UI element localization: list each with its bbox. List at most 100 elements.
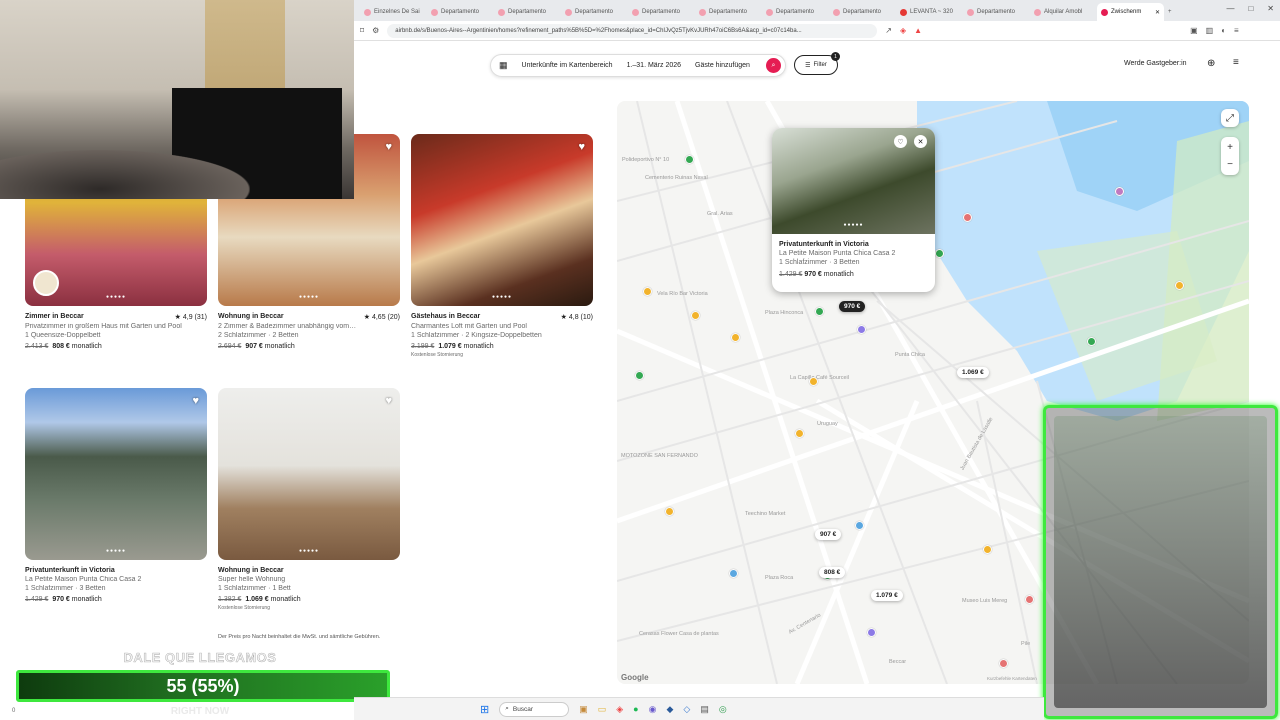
extensions-icon[interactable]: ▣ — [1190, 26, 1198, 35]
taskbar-app-icon[interactable]: ▤ — [700, 704, 709, 715]
taskbar-search[interactable]: ⌕ Buscar — [499, 701, 570, 717]
dates-label[interactable]: 1.–31. März 2026 — [627, 62, 681, 69]
share-icon[interactable]: ↗ — [885, 26, 892, 35]
guests-label[interactable]: Gäste hinzufügen — [695, 62, 750, 69]
listing-beds: 1 Queensize-Doppelbett — [25, 332, 101, 339]
search-area-label[interactable]: Unterkünfte im Kartenbereich — [522, 62, 613, 69]
discord-icon[interactable]: ◉ — [649, 704, 657, 715]
address-bar: ⌑ ⚙ airbnb.de/s/Buenos-Aires--Argentinie… — [354, 21, 1280, 41]
listing-description: Super helle Wohnung — [218, 576, 286, 583]
browser-tab[interactable]: Departamento — [494, 3, 561, 21]
url-field[interactable]: airbnb.de/s/Buenos-Aires--Argentinien/ho… — [387, 23, 878, 38]
minimize-icon[interactable]: — — [1226, 4, 1234, 13]
browser-tab[interactable]: Departamento — [762, 3, 829, 21]
search-bar[interactable]: ▦ Unterkünfte im Kartenbereich 1.–31. Mä… — [490, 54, 786, 77]
expand-map-button[interactable]: ⤢ — [1221, 109, 1239, 127]
file-explorer-icon[interactable]: ▭ — [598, 704, 607, 715]
listing-card[interactable]: ♥ ●●●●● Gästehaus in Beccar ★ 4,8 (10) Ch… — [411, 134, 593, 358]
heart-icon[interactable]: ♡ — [894, 135, 907, 148]
globe-icon[interactable]: ⊕ — [1207, 58, 1215, 69]
rewards-icon[interactable]: ▲ — [914, 26, 922, 35]
listing-photo[interactable]: ♥ ●●●●● — [411, 134, 593, 306]
obs-icon[interactable]: ◎ — [719, 704, 727, 715]
listing-photo[interactable]: ♥ ●●●●● — [25, 388, 207, 560]
map-attribution[interactable]: Kurzbefehle Kartendaten — [987, 676, 1037, 681]
tab-favicon-icon — [833, 8, 840, 16]
listing-description: 2 Zimmer & Badezimmer unabhängig vom… — [218, 323, 357, 330]
new-tab-button[interactable]: + — [1164, 3, 1178, 21]
become-host-link[interactable]: Werde Gastgeber:in — [1124, 60, 1187, 67]
price-pin[interactable]: 1.079 € — [871, 590, 903, 601]
browser-tab[interactable]: Departamento — [695, 3, 762, 21]
wallet-icon[interactable]: ◐ — [1221, 26, 1226, 35]
search-button[interactable]: ⌕ — [766, 58, 781, 73]
listing-card[interactable]: ♥ ●●●●● Privatunterkunft in Victoria La … — [25, 388, 207, 603]
price-pin[interactable]: 1.069 € — [957, 367, 989, 378]
zoom-out-icon[interactable]: − — [1227, 159, 1233, 170]
listing-card[interactable]: ♥ ●●●●● Wohnung in Beccar Super helle Wo… — [218, 388, 400, 611]
windows-start-icon[interactable]: ⊞ — [480, 703, 489, 716]
heart-icon[interactable]: ♥ — [385, 141, 392, 153]
brave-shield-icon[interactable]: ◈ — [900, 26, 906, 35]
photo-dots: ●●●●● — [105, 548, 127, 554]
map-label: Uruguay — [817, 421, 838, 427]
map-label: Plaza Hinconca — [765, 310, 804, 316]
listing-price: 1.429 € 970 € monatlich — [25, 596, 102, 603]
filter-icon: ☰ — [805, 62, 811, 69]
browser-tab[interactable]: LEVANTA ~ 320 — [896, 3, 963, 21]
heart-icon[interactable]: ♥ — [192, 395, 199, 407]
map-label: Vela Río Bar Victoria — [657, 291, 708, 297]
map-label: Cementerio Ruinas Naval — [645, 175, 708, 181]
close-icon[interactable]: ✕ — [914, 135, 927, 148]
museum-pin-icon — [1025, 595, 1034, 604]
shop-pin-icon — [729, 569, 738, 578]
poi-pin-icon — [963, 213, 972, 222]
listing-rating: ★ 4,65 (20) — [363, 314, 400, 321]
taskbar: ⊞ ⌕ Buscar ▣ ▭ ◈ ● ◉ ◆ ◇ ▤ ◎ — [354, 697, 1044, 720]
browser-tab-bar: Einzelnes De Sai Departamento Departamen… — [354, 0, 1280, 21]
listing-type: Zimmer in Beccar — [25, 313, 84, 320]
browser-tab-active[interactable]: Zwischenm ✕ — [1097, 3, 1164, 21]
filter-button[interactable]: ☰ Filter 1 — [794, 52, 840, 75]
browser-tab[interactable]: Alquilar Amobl — [1030, 3, 1097, 21]
zoom-in-icon[interactable]: + — [1227, 142, 1233, 153]
map-label: Gral. Arias — [707, 211, 733, 217]
site-info-icon[interactable]: ⚙ — [372, 26, 379, 35]
price-pin-selected[interactable]: 970 € — [839, 301, 866, 312]
heart-icon[interactable]: ♥ — [578, 141, 585, 153]
popup-photo[interactable]: ♡ ✕ ●●●●● — [772, 128, 935, 234]
tab-favicon-icon — [699, 8, 706, 16]
sidebar-icon[interactable]: ▥ — [1206, 26, 1214, 35]
browser-tab[interactable]: Departamento — [963, 3, 1030, 21]
price-pin[interactable]: 907 € — [815, 529, 842, 540]
menu-icon[interactable]: ≡ — [1234, 26, 1239, 35]
photo-dots: ●●●●● — [843, 222, 864, 228]
tab-favicon-icon — [364, 8, 371, 16]
heart-icon[interactable]: ♥ — [385, 395, 392, 407]
browser-tab[interactable]: Departamento — [561, 3, 628, 21]
maximize-icon[interactable]: □ — [1248, 4, 1253, 13]
price-pin[interactable]: 808 € — [819, 567, 846, 578]
browser-tab[interactable]: Einzelnes De Sai — [360, 3, 427, 21]
tab-favicon-icon — [431, 8, 438, 16]
map-label: Punta Chica — [895, 352, 925, 358]
brave-icon[interactable]: ◈ — [616, 704, 623, 715]
park-pin-icon — [685, 155, 694, 164]
browser-tab[interactable]: Departamento — [427, 3, 494, 21]
bookmark-icon[interactable]: ⌑ — [360, 26, 364, 35]
stream-camera-feed — [1054, 416, 1267, 708]
listing-photo[interactable]: ♥ ●●●●● — [218, 388, 400, 560]
close-tab-icon[interactable]: ✕ — [1155, 9, 1160, 16]
browser-tab[interactable]: Departamento — [829, 3, 896, 21]
user-menu-icon[interactable]: ≡ — [1233, 57, 1239, 68]
steam-icon[interactable]: ◆ — [666, 704, 673, 715]
taskbar-app-icon[interactable]: ◇ — [683, 704, 690, 715]
window-controls: — □ ✕ — [1226, 4, 1274, 13]
goal-value: 55 (55%) — [166, 675, 240, 696]
spotify-icon[interactable]: ● — [633, 704, 638, 714]
close-window-icon[interactable]: ✕ — [1267, 4, 1274, 13]
taskbar-app-icon[interactable]: ▣ — [579, 704, 588, 715]
map-listing-popup[interactable]: ♡ ✕ ●●●●● Privatunterkunft in Victoria L… — [772, 128, 935, 292]
browser-tab[interactable]: Departamento — [628, 3, 695, 21]
tab-favicon-icon — [1034, 8, 1041, 16]
